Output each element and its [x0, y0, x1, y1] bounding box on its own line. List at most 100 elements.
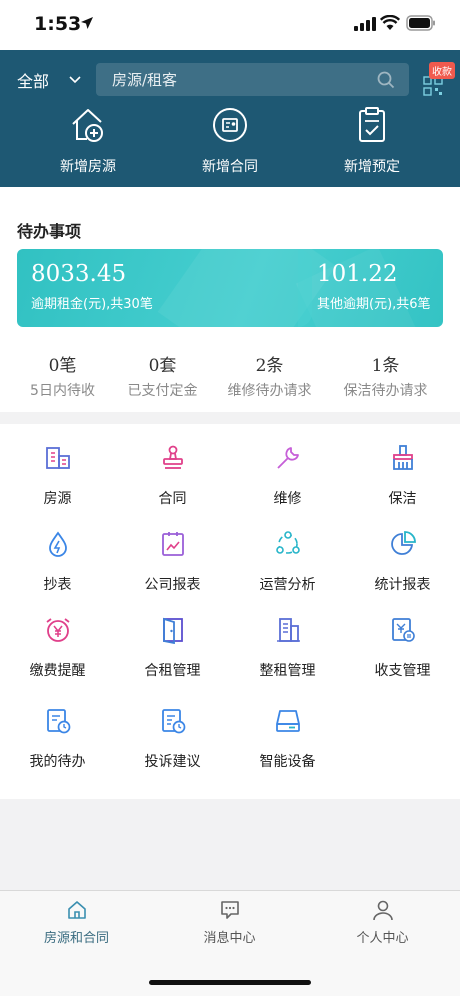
- city-selector[interactable]: 全部: [17, 68, 81, 92]
- home-icon: [67, 901, 86, 919]
- wrench-icon: [276, 447, 299, 469]
- stat-deposit-paid[interactable]: 0套 已支付定金: [105, 351, 220, 400]
- stat-count: 2条: [255, 356, 284, 376]
- stat-repair-requests[interactable]: 2条 维修待办请求: [212, 351, 327, 400]
- add-reservation-button[interactable]: 新增预定: [312, 106, 432, 176]
- status-time: 1:53: [34, 13, 82, 35]
- clipboard-check-icon: [359, 107, 385, 142]
- search-icon[interactable]: [377, 71, 395, 89]
- module-label: 缴费提醒: [29, 663, 86, 679]
- report-icon: [161, 532, 184, 556]
- wifi-icon: [380, 15, 400, 30]
- complaint-icon: [161, 709, 185, 734]
- device-icon: [275, 710, 300, 732]
- home-indicator: [149, 980, 311, 985]
- stat-count: 0套: [148, 356, 177, 376]
- overdue-card: 8033.45 逾期租金(元),共30笔 101.22 其他逾期(元),共6笔: [17, 249, 443, 327]
- module-shared-rental[interactable]: 合租管理: [115, 616, 230, 696]
- tab-messages[interactable]: 消息中心: [153, 899, 306, 946]
- module-label: 智能设备: [259, 754, 316, 770]
- collect-badge: 收款: [429, 62, 455, 79]
- tab-label: 房源和合同: [43, 931, 109, 946]
- module-label: 统计报表: [374, 577, 431, 593]
- other-overdue[interactable]: 101.22 其他逾期(元),共6笔: [317, 261, 431, 312]
- alarm-yen-icon: [45, 618, 70, 642]
- add-contract-button[interactable]: 新增合同: [170, 106, 290, 176]
- stamp-icon: [162, 445, 183, 469]
- stat-count: 0笔: [48, 356, 77, 376]
- todo-section: 待办事项 8033.45 逾期租金(元),共30笔 101.22 其他逾期(元)…: [0, 187, 460, 412]
- todo-stats: 0笔 5日内待收 0套 已支付定金 2条 维修待办请求 1条 保洁待办请求: [0, 351, 460, 401]
- todo-title: 待办事项: [17, 222, 82, 241]
- module-cleaning[interactable]: 保洁: [345, 444, 460, 524]
- module-listings[interactable]: 房源: [0, 444, 115, 524]
- overdue-rent-value: 8033.45: [31, 261, 127, 287]
- add-house-button[interactable]: 新增房源: [28, 106, 148, 176]
- tab-listings-contracts[interactable]: 房源和合同: [0, 899, 153, 946]
- quick-actions: 新增房源 新增合同 新增预定: [0, 106, 460, 181]
- status-bar: 1:53: [0, 0, 460, 50]
- module-label: 合同: [158, 491, 187, 507]
- other-overdue-label: 其他逾期(元),共6笔: [317, 297, 431, 312]
- module-operations-analysis[interactable]: 运营分析: [230, 530, 345, 610]
- module-label: 公司报表: [144, 577, 201, 593]
- person-icon: [372, 900, 393, 921]
- module-label: 我的待办: [29, 754, 86, 770]
- module-my-todo[interactable]: 我的待办: [0, 707, 115, 787]
- pie-chart-icon: [390, 531, 416, 555]
- qr-code-icon: [423, 76, 443, 96]
- module-company-report[interactable]: 公司报表: [115, 530, 230, 610]
- stat-pending-collect[interactable]: 0笔 5日内待收: [5, 351, 120, 400]
- module-label: 维修: [273, 491, 302, 507]
- door-icon: [162, 617, 183, 644]
- module-grid: 房源 合同 维修 保洁 抄表 公司报表 运营分析 统计报表 缴费提醒 合租管理 …: [0, 424, 460, 799]
- card-divider: [298, 249, 312, 327]
- other-overdue-value: 101.22: [317, 261, 398, 287]
- module-label: 保洁: [388, 491, 417, 507]
- add-house-label: 新增房源: [60, 159, 116, 175]
- stat-label: 5日内待收: [30, 383, 95, 399]
- module-statistics-report[interactable]: 统计报表: [345, 530, 460, 610]
- tab-label: 个人中心: [356, 931, 409, 946]
- add-reservation-label: 新增预定: [344, 159, 400, 175]
- module-smart-devices[interactable]: 智能设备: [230, 707, 345, 787]
- overdue-rent-label: 逾期租金(元),共30笔: [31, 297, 153, 312]
- module-label: 运营分析: [259, 577, 316, 593]
- stat-label: 已支付定金: [127, 383, 198, 399]
- module-label: 整租管理: [259, 663, 316, 679]
- building-icon: [45, 447, 70, 469]
- module-income-expense[interactable]: 收支管理: [345, 616, 460, 696]
- add-contract-label: 新增合同: [202, 159, 258, 175]
- cellular-signal-icon: [354, 17, 376, 31]
- overdue-rent[interactable]: 8033.45 逾期租金(元),共30笔: [31, 261, 153, 312]
- module-whole-rental[interactable]: 整租管理: [230, 616, 345, 696]
- module-label: 合租管理: [144, 663, 201, 679]
- module-label: 抄表: [43, 577, 72, 593]
- tab-profile[interactable]: 个人中心: [306, 899, 459, 946]
- location-arrow-icon: [81, 17, 93, 29]
- module-payment-reminder[interactable]: 缴费提醒: [0, 616, 115, 696]
- broom-icon: [392, 445, 413, 470]
- chevron-down-icon: [69, 76, 81, 84]
- stat-label: 保洁待办请求: [343, 383, 428, 399]
- water-drop-icon: [48, 531, 67, 557]
- module-meter-reading[interactable]: 抄表: [0, 530, 115, 610]
- todo-clock-icon: [46, 709, 70, 734]
- stat-count: 1条: [371, 356, 400, 376]
- collect-payment-button[interactable]: 收款: [420, 62, 456, 96]
- ledger-icon: [391, 618, 415, 642]
- stat-label: 维修待办请求: [227, 383, 312, 399]
- module-label: 投诉建议: [144, 754, 201, 770]
- search-bar: [96, 63, 409, 96]
- contract-icon: [213, 108, 247, 142]
- battery-icon: [406, 15, 435, 31]
- module-complaints[interactable]: 投诉建议: [115, 707, 230, 787]
- module-repair[interactable]: 维修: [230, 444, 345, 524]
- module-label: 房源: [43, 491, 72, 507]
- add-house-icon: [72, 109, 103, 142]
- search-input[interactable]: [96, 63, 409, 96]
- stat-cleaning-requests[interactable]: 1条 保洁待办请求: [328, 351, 443, 400]
- message-icon: [220, 901, 239, 919]
- module-contracts[interactable]: 合同: [115, 444, 230, 524]
- module-label: 收支管理: [374, 663, 431, 679]
